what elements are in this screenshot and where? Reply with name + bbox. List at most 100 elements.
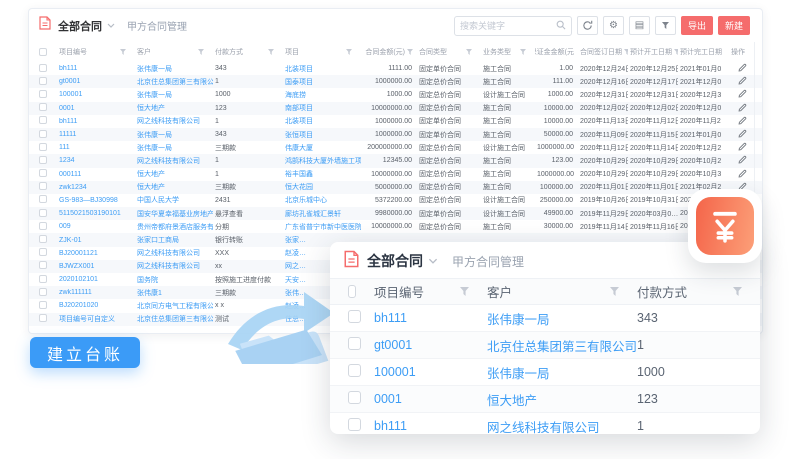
filter-funnel-icon[interactable] (733, 287, 742, 296)
refresh-icon[interactable] (577, 16, 598, 35)
row-checkbox[interactable] (39, 195, 47, 203)
search-input[interactable] (460, 21, 556, 31)
row-checkbox[interactable] (39, 235, 47, 243)
row-checkbox[interactable] (348, 364, 361, 377)
row-checkbox[interactable] (39, 103, 47, 111)
cell-no[interactable]: 100001 (57, 91, 135, 98)
filter-funnel-icon[interactable] (466, 49, 472, 55)
cell-customer[interactable]: 张伟康一局 (135, 90, 213, 100)
row-checkbox[interactable] (39, 222, 47, 230)
cell-no[interactable]: 100001 (374, 365, 487, 379)
filter-funnel-icon[interactable] (674, 49, 678, 55)
cell-no[interactable]: bh111 (374, 419, 487, 433)
cell-no[interactable]: ZJK-01 (57, 237, 135, 244)
edit-icon[interactable] (738, 169, 747, 180)
select-all-checkbox[interactable] (39, 48, 47, 56)
cell-customer[interactable]: 张伟康一局 (487, 363, 637, 382)
create-button[interactable]: 新建 (718, 16, 750, 35)
cell-customer[interactable]: 国安华夏幸福基业房地产… (135, 209, 213, 219)
cell-customer[interactable]: 网之线科技有限公司 (135, 116, 213, 126)
row-checkbox[interactable] (39, 275, 47, 283)
edit-icon[interactable] (738, 129, 747, 140)
cell-customer[interactable]: 张伟康一局 (487, 309, 637, 328)
row-checkbox[interactable] (39, 209, 47, 217)
cell-customer[interactable]: 张伟康一局 (135, 143, 213, 153)
cell-customer[interactable]: 恒大地产 (135, 182, 213, 192)
edit-icon[interactable] (738, 63, 747, 74)
row-checkbox[interactable] (39, 169, 47, 177)
cell-customer[interactable]: 北京住总集团第三有限公司 (487, 336, 637, 355)
cell-no[interactable]: zwk1234 (57, 184, 135, 191)
filter-funnel-icon[interactable] (120, 49, 126, 55)
search-icon[interactable] (556, 17, 566, 35)
filter-funnel-icon[interactable] (610, 287, 619, 296)
cell-no[interactable]: BJ20001121 (57, 250, 135, 257)
edit-icon[interactable] (738, 142, 747, 153)
cell-project[interactable]: 海底捞 (283, 90, 361, 100)
cell-project[interactable]: 北装项目 (283, 64, 361, 74)
row-checkbox[interactable] (39, 143, 47, 151)
cell-no[interactable]: 项目编号可自定义 (57, 314, 135, 324)
cell-customer[interactable]: 贵州帝都府景酒店服务有… (135, 222, 213, 232)
row-checkbox[interactable] (39, 182, 47, 190)
cell-customer[interactable]: 网之线科技有限公司 (135, 156, 213, 166)
cell-customer[interactable]: 张伟康1 (135, 288, 213, 298)
cell-customer[interactable]: 国务院 (135, 275, 213, 285)
cell-no[interactable]: gt0001 (374, 338, 487, 352)
cell-customer[interactable]: 恒大地产 (135, 103, 213, 113)
row-checkbox[interactable] (348, 310, 361, 323)
row-checkbox[interactable] (39, 261, 47, 269)
cell-no[interactable]: 11111 (57, 131, 135, 138)
cell-no[interactable]: 111 (57, 144, 135, 151)
filter-funnel-icon[interactable] (460, 287, 469, 296)
chevron-down-icon[interactable] (428, 258, 438, 264)
row-checkbox[interactable] (39, 301, 47, 309)
cell-no[interactable]: 5115021503190101 (57, 210, 135, 217)
row-checkbox[interactable] (348, 337, 361, 350)
filter-funnel-icon[interactable] (520, 49, 526, 55)
cell-customer[interactable]: 网之线科技有限公司 (487, 417, 637, 435)
cell-no[interactable]: 000111 (57, 171, 135, 178)
select-all-checkbox[interactable] (348, 285, 356, 298)
cell-customer[interactable]: 恒大地产 (487, 390, 637, 409)
row-checkbox[interactable] (39, 288, 47, 296)
create-ledger-button[interactable]: 建立台账 (30, 337, 140, 368)
cell-customer[interactable]: 网之线科技有限公司 (135, 261, 213, 271)
cell-project[interactable]: 广东省普宁市新中医医院… (283, 222, 361, 232)
gear-icon[interactable]: ⚙ (603, 16, 624, 35)
row-checkbox[interactable] (39, 314, 47, 322)
cell-no[interactable]: 0001 (374, 392, 487, 406)
row-checkbox[interactable] (39, 77, 47, 85)
cell-project[interactable]: 北装项目 (283, 116, 361, 126)
cell-no[interactable]: 0001 (57, 105, 135, 112)
cell-project[interactable]: 北京乐城中心 (283, 195, 361, 205)
cell-customer[interactable]: 网之线科技有限公司 (135, 248, 213, 258)
filter-funnel-icon[interactable] (346, 49, 352, 55)
cell-no[interactable]: 1234 (57, 157, 135, 164)
cell-customer[interactable]: 北京同方电气工程有限公司 (135, 301, 213, 311)
edit-icon[interactable] (738, 155, 747, 166)
cell-no[interactable]: bh111 (57, 118, 135, 125)
filter-funnel-icon[interactable] (624, 49, 628, 55)
cell-no[interactable]: BJWZX001 (57, 263, 135, 270)
filter-funnel-icon[interactable] (268, 49, 274, 55)
cell-project[interactable]: 张恒项目 (283, 130, 361, 140)
cell-no[interactable]: zwk111111 (57, 289, 135, 296)
cell-project[interactable]: 廊坊孔雀城汇景轩 (283, 209, 361, 219)
filter-icon[interactable] (655, 16, 676, 35)
cell-project[interactable]: 鸿鹄科技大厦外墙施工项目 (283, 156, 361, 166)
cell-customer[interactable]: 北京住总集团第三有限公司 (135, 314, 213, 324)
cell-no[interactable]: GS-983—BJ30998 (57, 197, 135, 204)
row-checkbox[interactable] (39, 248, 47, 256)
cell-no[interactable]: 2020102101 (57, 276, 135, 283)
cell-project[interactable]: 南部项目 (283, 103, 361, 113)
columns-icon[interactable]: ▤ (629, 16, 650, 35)
filter-funnel-icon[interactable] (198, 49, 204, 55)
cell-project[interactable]: 伟康大厦 (283, 143, 361, 153)
cell-no[interactable]: bh111 (57, 65, 135, 72)
cell-no[interactable]: bh111 (374, 311, 487, 325)
row-checkbox[interactable] (39, 156, 47, 164)
cell-no[interactable]: BJ20201020 (57, 302, 135, 309)
export-button[interactable]: 导出 (681, 16, 713, 35)
cell-customer[interactable]: 张家口工商局 (135, 235, 213, 245)
